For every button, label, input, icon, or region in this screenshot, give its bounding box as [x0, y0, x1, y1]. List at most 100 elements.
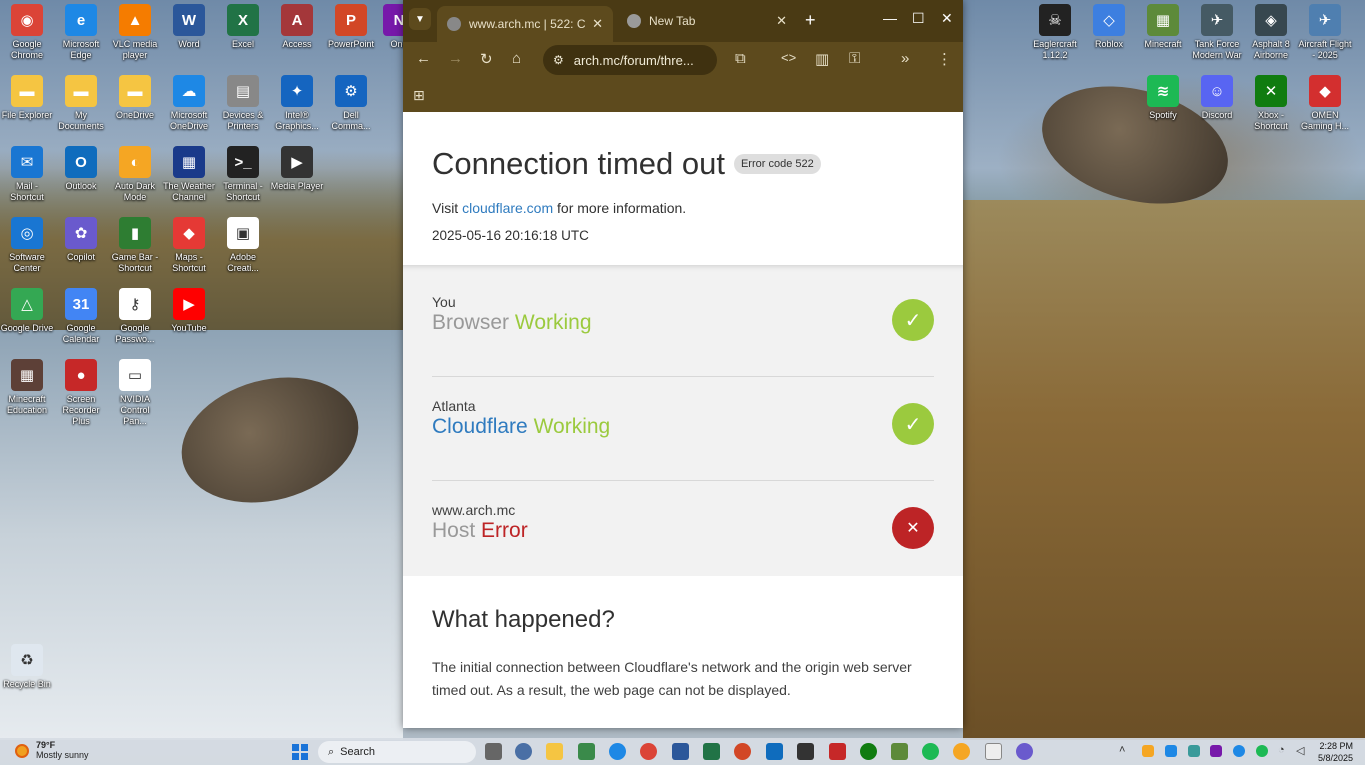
desktop-icon-game-bar-shortcut[interactable]: ▮ Game Bar - Shortcut — [108, 213, 162, 274]
weather-sun-icon[interactable] — [15, 744, 29, 758]
tab-close-icon[interactable]: ✕ — [776, 13, 787, 29]
taskbar-search[interactable]: ⌕ Search — [318, 741, 476, 763]
desktop-icon-screen-recorder-plus[interactable]: ● Screen Recorder Plus — [54, 355, 108, 427]
cloudflare-link[interactable]: cloudflare.com — [462, 200, 553, 216]
volume-icon[interactable]: ◁ — [1296, 744, 1304, 757]
desktop-icon-discord[interactable]: ☺ Discord — [1190, 71, 1244, 121]
tray-app-icon[interactable] — [1165, 745, 1177, 757]
desktop-icon-minecraft[interactable]: ▦ Minecraft — [1136, 0, 1190, 50]
tray-spotify-icon[interactable] — [1256, 745, 1268, 757]
desktop-icon-excel[interactable]: X Excel — [216, 0, 270, 50]
desktop-icon-dell-comma[interactable]: ⚙ Dell Comma... — [324, 71, 378, 132]
desktop-icon-my-documents[interactable]: ▬ My Documents — [54, 71, 108, 132]
edge-icon[interactable] — [609, 743, 626, 760]
auto-dark-mode-icon[interactable] — [953, 743, 970, 760]
desktop-icon-youtube[interactable]: ▶ YouTube — [162, 284, 216, 334]
desktop-icon-terminal-shortcut[interactable]: >_ Terminal - Shortcut — [216, 142, 270, 203]
maximize-button[interactable]: ☐ — [912, 10, 925, 27]
chrome-icon[interactable] — [640, 743, 657, 760]
desktop-icon-google-chrome[interactable]: ◉ Google Chrome — [0, 0, 54, 61]
spotify-icon[interactable] — [922, 743, 939, 760]
desktop-icon-mail-shortcut[interactable]: ✉ Mail - Shortcut — [0, 142, 54, 203]
minecraft-education-icon: ▦ — [11, 359, 43, 391]
desktop-icon-maps-shortcut[interactable]: ◆ Maps - Shortcut — [162, 213, 216, 274]
code-icon[interactable]: <> — [781, 50, 796, 65]
dell-icon[interactable] — [985, 743, 1002, 760]
desktop-icon-eaglercraft-1-12-2[interactable]: ☠ Eaglercraft 1.12.2 — [1028, 0, 1082, 61]
desktop-icon-google-calendar[interactable]: 31 Google Calendar — [54, 284, 108, 345]
outlook-icon[interactable] — [766, 743, 783, 760]
desktop-icon-google-drive[interactable]: △ Google Drive — [0, 284, 54, 334]
excel-icon[interactable] — [703, 743, 720, 760]
desktop-icon-file-explorer[interactable]: ▬ File Explorer — [0, 71, 54, 121]
desktop-icon-microsoft-onedrive[interactable]: ☁ Microsoft OneDrive — [162, 71, 216, 132]
desktop-icon-devices-printers[interactable]: ▤ Devices & Printers — [216, 71, 270, 132]
gem-icon[interactable] — [829, 743, 846, 760]
desktop-icon-asphalt-8-airborne[interactable]: ◈ Asphalt 8 Airborne — [1244, 0, 1298, 61]
desktop-icon-word[interactable]: W Word — [162, 0, 216, 50]
wifi-icon[interactable]: ◔ — [1278, 744, 1285, 756]
desktop-icon-onedrive[interactable]: ▬ OneDrive — [108, 71, 162, 121]
desktop-icon-label: Terminal - Shortcut — [223, 181, 263, 202]
weather-widget[interactable]: 79°F Mostly sunny — [36, 740, 89, 760]
close-window-button[interactable]: ✕ — [941, 10, 953, 27]
browser-menu-icon[interactable]: ⋮ — [937, 50, 952, 68]
clapper-icon[interactable] — [797, 743, 814, 760]
file-explorer-icon[interactable] — [546, 743, 563, 760]
start-button[interactable] — [292, 744, 308, 760]
home-button[interactable]: ⌂ — [512, 50, 521, 67]
desktop-icon-copilot[interactable]: ✿ Copilot — [54, 213, 108, 263]
desktop-icon-xbox-shortcut[interactable]: ✕ Xbox - Shortcut — [1244, 71, 1298, 132]
clock[interactable]: 2:28 PM 5/8/2025 — [1318, 740, 1353, 764]
more-tools-icon[interactable]: » — [901, 50, 909, 67]
desktop-icon-auto-dark-mode[interactable]: ◐ Auto Dark Mode — [108, 142, 162, 203]
copilot-icon[interactable] — [1016, 743, 1033, 760]
desktop-icon-roblox[interactable]: ◇ Roblox — [1082, 0, 1136, 50]
desktop-icon-the-weather-channel[interactable]: ▦ The Weather Channel — [162, 142, 216, 203]
desktop-icon-minecraft-education[interactable]: ▦ Minecraft Education — [0, 355, 54, 416]
desktop-icon-recycle-bin[interactable]: ♻ Recycle Bin — [0, 640, 54, 690]
word-icon[interactable] — [672, 743, 689, 760]
desktop-icon-aircraft-flight-2025[interactable]: ✈ Aircraft Flight - 2025 — [1298, 0, 1352, 61]
desktop-icon-powerpoint[interactable]: P PowerPoint — [324, 0, 378, 50]
settings-icon[interactable] — [515, 743, 532, 760]
minimize-button[interactable]: — — [883, 10, 897, 26]
extensions-icon[interactable]: ⧉ — [735, 50, 746, 67]
desktop-icon-omen-gaming-h[interactable]: ◆ OMEN Gaming H... — [1298, 71, 1352, 132]
desktop-icon-outlook[interactable]: O Outlook — [54, 142, 108, 192]
tab-new-tab[interactable]: New Tab ✕ — [617, 6, 797, 36]
back-button[interactable]: ← — [416, 50, 431, 67]
minecraft-icon[interactable] — [891, 743, 908, 760]
password-key-icon[interactable]: ⚿ — [849, 50, 860, 67]
task-view-icon[interactable] — [485, 743, 502, 760]
desktop-icon-adobe-creati[interactable]: ▣ Adobe Creati... — [216, 213, 270, 274]
xbox-icon[interactable] — [860, 743, 877, 760]
desktop-icon-vlc-media-player[interactable]: ▲ VLC media player — [108, 0, 162, 61]
tray-overflow-icon[interactable]: ˄ — [1119, 744, 1125, 756]
tab-close-icon[interactable]: ✕ — [592, 16, 603, 32]
desktop-icon-google-passwo[interactable]: ⚷ Google Passwo... — [108, 284, 162, 345]
forward-button[interactable]: → — [448, 50, 463, 67]
tray-app-icon[interactable] — [1142, 745, 1154, 757]
tab-search-dropdown[interactable]: ▼ — [409, 8, 431, 30]
tray-onedrive-icon[interactable] — [1233, 745, 1245, 757]
desktop-icon-software-center[interactable]: ◎ Software Center — [0, 213, 54, 274]
reload-button[interactable]: ↻ — [480, 50, 493, 68]
site-info-icon[interactable]: ⚙ — [553, 53, 564, 67]
new-tab-button[interactable]: + — [805, 10, 816, 31]
tab-active[interactable]: www.arch.mc | 522: Co ✕ — [437, 6, 613, 42]
powerpoint-icon[interactable] — [734, 743, 751, 760]
tray-onenote-icon[interactable] — [1210, 745, 1222, 757]
apps-grid-icon[interactable]: ⊞ — [413, 87, 425, 104]
desktop-icon-media-player[interactable]: ▶ Media Player — [270, 142, 324, 192]
desktop-icon-nvidia-control-pan[interactable]: ▭ NVIDIA Control Pan... — [108, 355, 162, 427]
tray-app-icon[interactable] — [1188, 745, 1200, 757]
desktop-icon-spotify[interactable]: ≋ Spotify — [1136, 71, 1190, 121]
address-bar[interactable]: ⚙ arch.mc/forum/thre... — [543, 45, 717, 75]
reader-mode-icon[interactable]: ▥ — [815, 50, 829, 68]
desktop-icon-tank-force-modern-war[interactable]: ✈ Tank Force Modern War — [1190, 0, 1244, 61]
desktop-icon-microsoft-edge[interactable]: e Microsoft Edge — [54, 0, 108, 61]
desktop-icon-intel-graphics[interactable]: ✦ Intel® Graphics... — [270, 71, 324, 132]
calendar-app-icon[interactable] — [578, 743, 595, 760]
desktop-icon-access[interactable]: A Access — [270, 0, 324, 50]
